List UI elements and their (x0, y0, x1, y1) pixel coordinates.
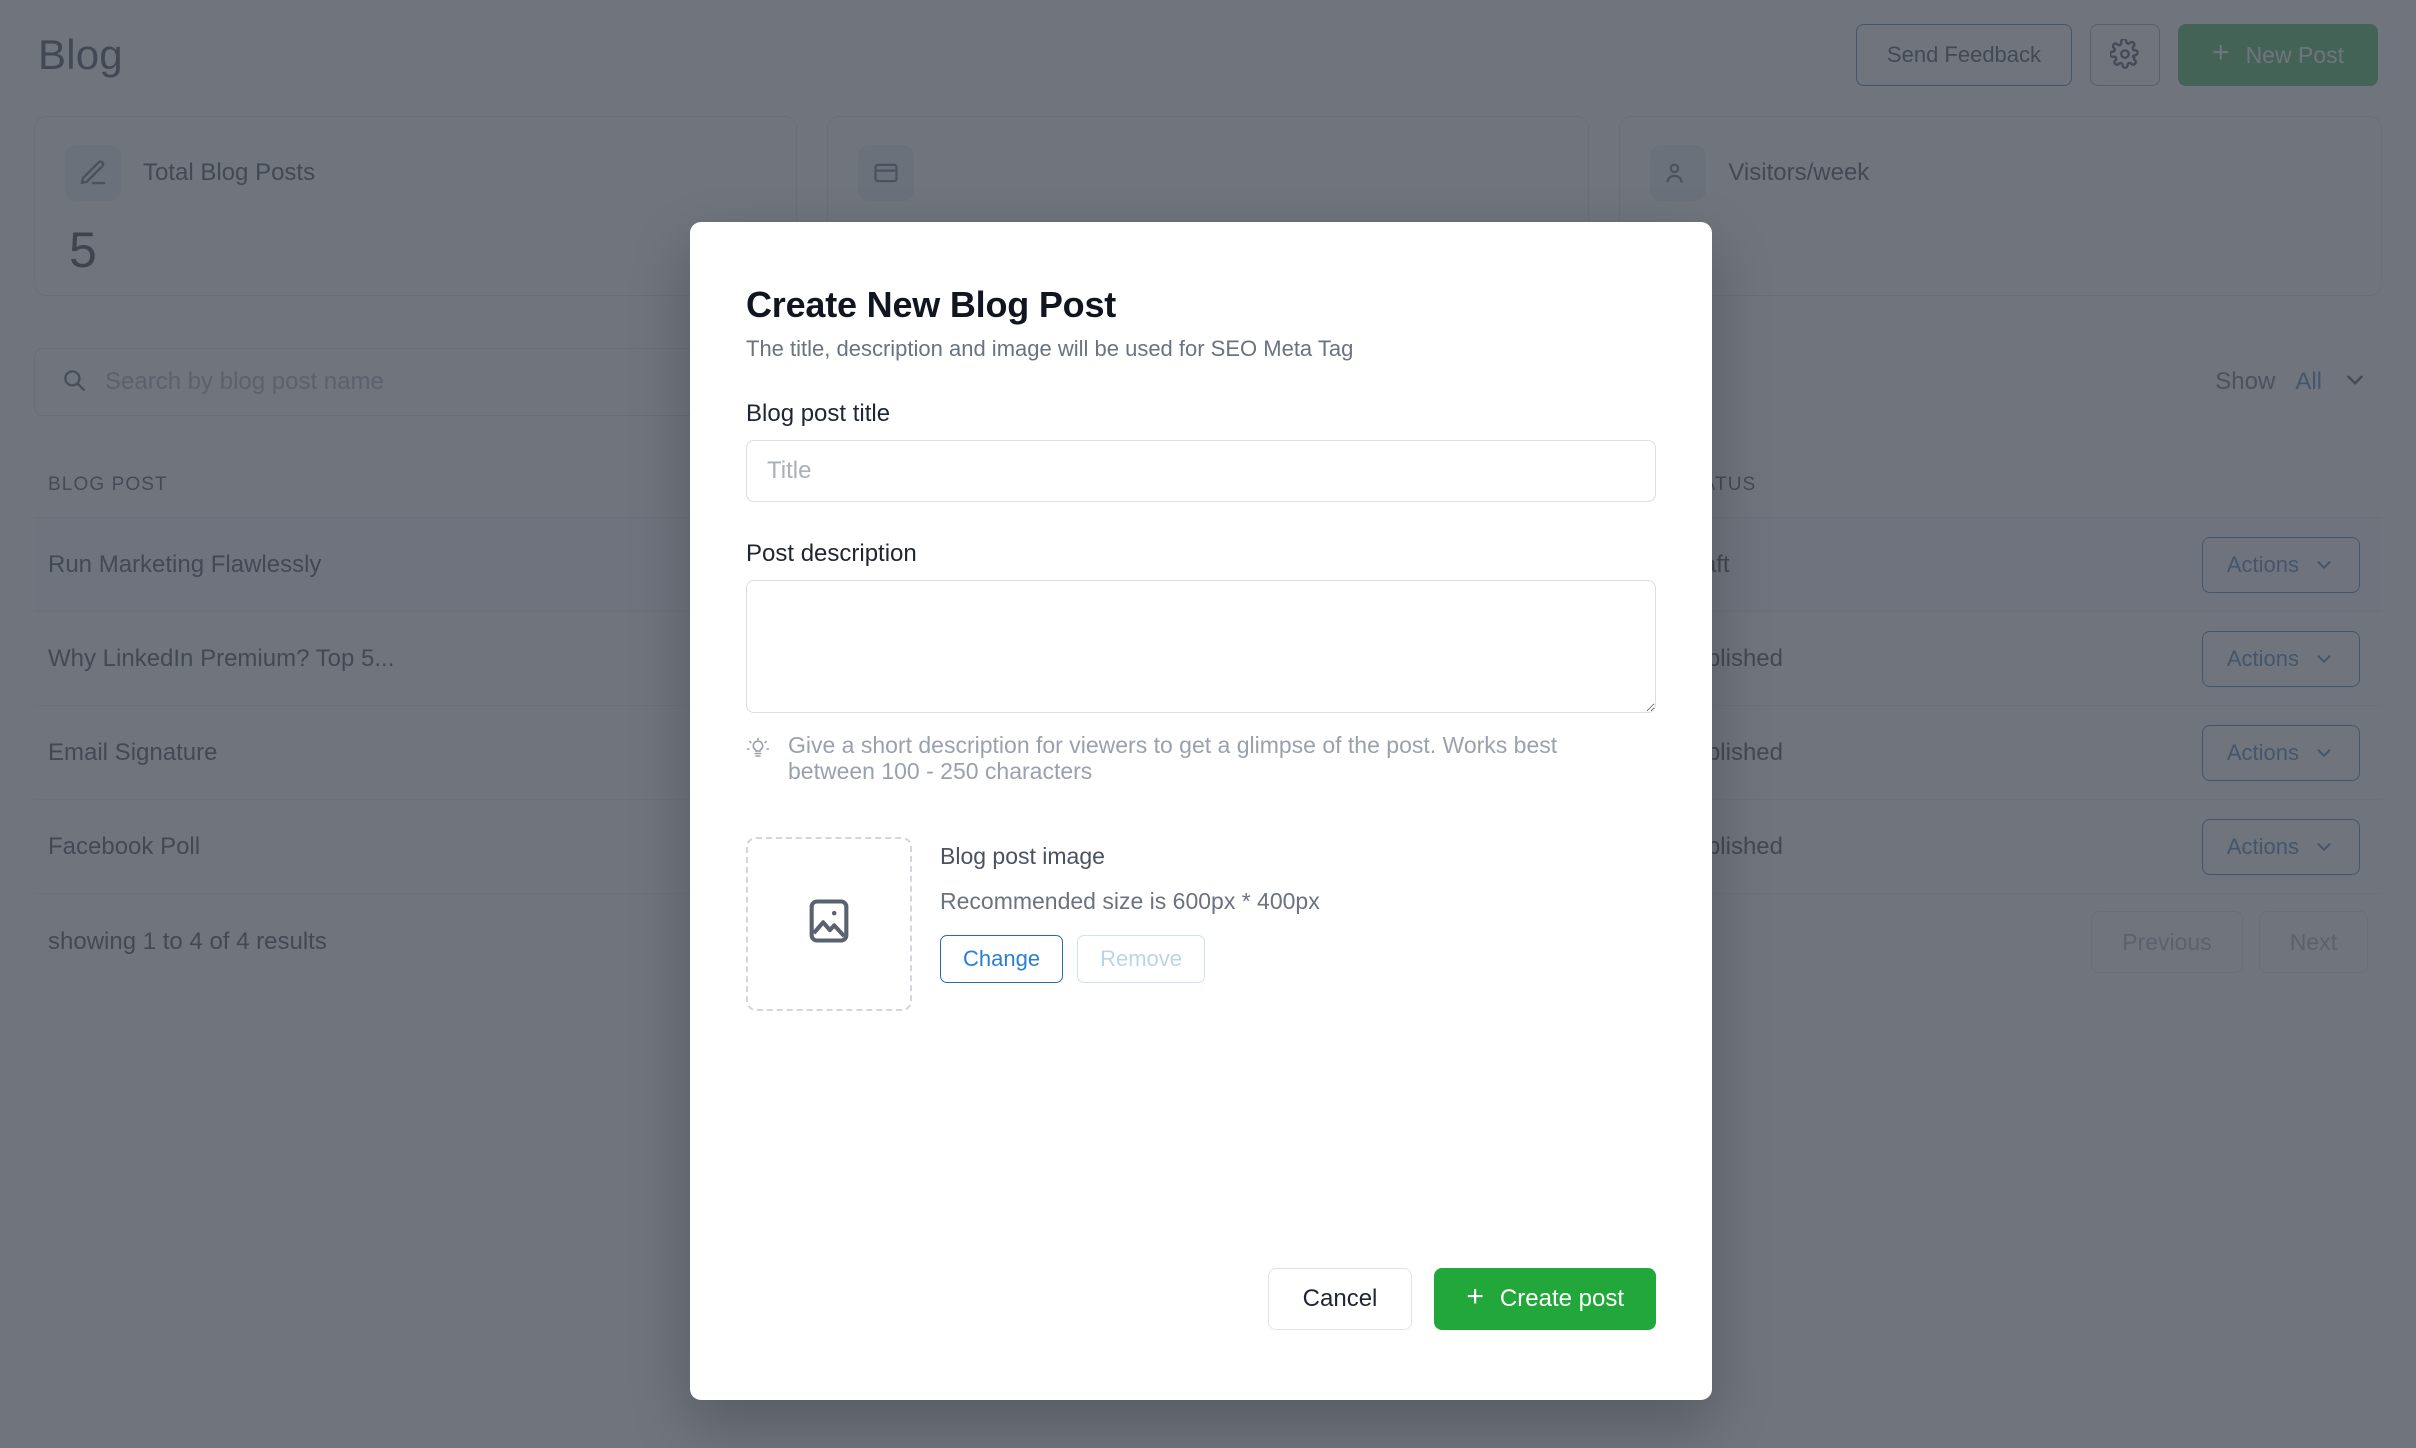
dialog-footer: Cancel + Create post (1267, 1268, 1656, 1330)
plus-icon: + (1466, 1280, 1484, 1313)
image-meta: Blog post image Recommended size is 600p… (940, 837, 1320, 1011)
image-buttons: Change Remove (940, 934, 1320, 983)
image-icon (803, 895, 855, 952)
blog-post-image-section: Blog post image Recommended size is 600p… (746, 836, 1656, 1011)
lightbulb-icon (746, 733, 770, 785)
blog-post-image-label: Blog post image (940, 842, 1105, 869)
remove-image-button: Remove (1077, 934, 1205, 983)
description-hint-text: Give a short description for viewers to … (788, 732, 1558, 784)
dialog-subtitle: The title, description and image will be… (746, 336, 1354, 361)
create-post-button[interactable]: + Create post (1434, 1268, 1656, 1330)
image-recommendation: Recommended size is 600px * 400px (940, 887, 1320, 914)
image-dropzone[interactable] (746, 836, 912, 1011)
dialog-title: Create New Blog Post (746, 284, 1117, 325)
create-post-label: Create post (1499, 1285, 1624, 1312)
change-image-button[interactable]: Change (940, 934, 1064, 983)
create-blog-post-dialog: Create New Blog Post The title, descript… (690, 222, 1712, 1400)
description-hint: Give a short description for viewers to … (746, 732, 1656, 785)
post-description-label: Post description (746, 540, 917, 567)
cancel-button[interactable]: Cancel (1267, 1268, 1413, 1330)
post-description-textarea[interactable] (746, 580, 1656, 713)
blog-post-title-label: Blog post title (746, 400, 891, 427)
blog-post-title-input[interactable] (746, 440, 1656, 502)
